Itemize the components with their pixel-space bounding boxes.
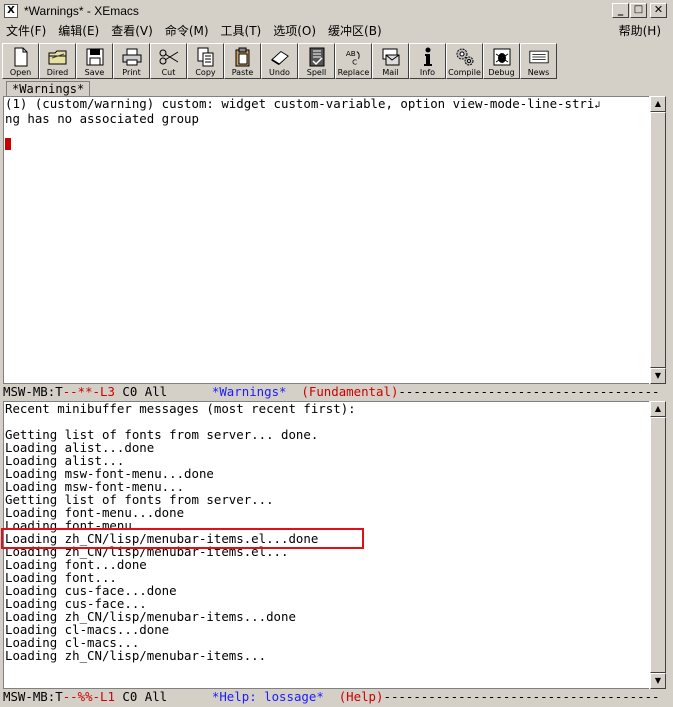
upper-modeline[interactable]: MSW-MB:T--**-L3 C0 All *Warnings* (Funda… — [3, 385, 668, 399]
compile-button[interactable]: Compile — [446, 43, 483, 79]
lower-scroll-thumb[interactable] — [650, 417, 666, 673]
gears-icon — [455, 46, 475, 68]
scroll-up-arrow-icon[interactable]: ▲ — [650, 401, 666, 417]
printer-icon — [122, 46, 142, 68]
news-button[interactable]: News — [520, 43, 557, 79]
annotation-highlight-box — [1, 528, 364, 549]
cut-button[interactable]: Cut — [150, 43, 187, 79]
lower-modeline[interactable]: MSW-MB:T--%%-L1 C0 All *Help: lossage* (… — [3, 690, 668, 704]
scroll-down-arrow-icon[interactable]: ▼ — [650, 368, 666, 384]
svg-text:C: C — [352, 57, 357, 66]
mail-button[interactable]: Mail — [372, 43, 409, 79]
copy-label: Copy — [195, 68, 216, 77]
tab-warnings[interactable]: *Warnings* — [6, 81, 91, 96]
modeline-mode[interactable]: (Help) — [339, 690, 384, 704]
floppy-disk-icon — [85, 46, 105, 68]
bug-icon — [492, 46, 512, 68]
undo-button[interactable]: Undo — [261, 43, 298, 79]
window-controls: _ □ ✕ — [612, 3, 667, 18]
upper-scrollbar[interactable]: ▲ ▼ — [649, 96, 666, 384]
warning-line-1: (1) (custom/warning) custom: widget cust… — [4, 97, 650, 112]
dired-button[interactable]: Dired — [39, 43, 76, 79]
print-button[interactable]: Print — [113, 43, 150, 79]
compile-label: Compile — [448, 68, 481, 77]
modeline-position: C0 All — [114, 690, 168, 704]
minimize-button[interactable]: _ — [612, 3, 629, 18]
copy-button[interactable]: Copy — [187, 43, 224, 79]
window-title: *Warnings* - XEmacs — [24, 3, 139, 18]
menu-edit[interactable]: 编辑(E) — [52, 22, 105, 40]
cursor-line — [4, 138, 650, 152]
menu-buffers[interactable]: 缓冲区(B) — [322, 22, 388, 40]
buffer-tab-bar: *Warnings* — [0, 80, 673, 96]
modeline-status: --**-L3 — [62, 385, 115, 399]
menu-options[interactable]: 选项(O) — [267, 22, 322, 40]
mail-icon — [381, 46, 401, 68]
empty-line — [4, 125, 650, 138]
text-cursor — [5, 138, 11, 150]
open-label: Open — [9, 68, 32, 77]
warning-line-2: ng has no associated group — [5, 111, 199, 126]
save-label: Save — [84, 68, 105, 77]
news-icon — [528, 46, 549, 68]
menu-view[interactable]: 查看(V) — [105, 22, 159, 40]
title-bar: X *Warnings* - XEmacs _ □ ✕ — [0, 0, 673, 21]
eraser-icon — [270, 46, 290, 68]
undo-label: Undo — [269, 68, 290, 77]
modeline-prefix: MSW-MB:T — [3, 385, 63, 399]
copy-pages-icon — [196, 46, 216, 68]
lower-scrollbar[interactable]: ▲ ▼ — [649, 401, 666, 689]
scroll-up-arrow-icon[interactable]: ▲ — [650, 96, 666, 112]
replace-label: Replace — [337, 68, 370, 77]
warnings-buffer-pane[interactable]: (1) (custom/warning) custom: widget cust… — [3, 96, 651, 384]
warning-line-1-text: (1) (custom/warning) custom: widget cust… — [5, 96, 595, 111]
maximize-button[interactable]: □ — [630, 3, 647, 18]
modeline-prefix: MSW-MB:T — [3, 690, 63, 704]
open-button[interactable]: Open — [2, 43, 39, 79]
clipboard-icon — [233, 46, 253, 68]
menu-file[interactable]: 文件(F) — [0, 22, 52, 40]
cut-label: Cut — [161, 68, 176, 77]
modeline-status: --%%-L1 — [62, 690, 115, 704]
modeline-dashes: ----------------------------------- — [398, 385, 660, 399]
menu-tools[interactable]: 工具(T) — [215, 22, 268, 40]
modeline-buffer-name[interactable]: *Warnings* — [212, 385, 287, 399]
spell-button[interactable]: Spell — [298, 43, 335, 79]
info-label: Info — [419, 68, 436, 77]
message-line: Recent minibuffer messages (most recent … — [5, 401, 356, 416]
modeline-position: C0 All — [114, 385, 168, 399]
spell-label: Spell — [306, 68, 327, 77]
open-file-icon — [11, 46, 31, 68]
dired-label: Dired — [46, 68, 69, 77]
info-icon — [418, 46, 438, 68]
menu-help[interactable]: 帮助(H) — [613, 22, 667, 40]
news-label: News — [527, 68, 550, 77]
print-label: Print — [122, 68, 141, 77]
replace-button[interactable]: AB C Replace — [335, 43, 372, 79]
modeline-buffer-name[interactable]: *Help: lossage* — [212, 690, 324, 704]
save-button[interactable]: Save — [76, 43, 113, 79]
debug-label: Debug — [488, 68, 515, 77]
replace-abc-icon: AB C — [344, 46, 364, 68]
modeline-mode[interactable]: (Fundamental) — [301, 385, 398, 399]
toolbar: Open Dired Save Print Cut Copy Paste Und… — [2, 43, 557, 79]
scissors-icon — [159, 46, 179, 68]
message-line: Loading zh_CN/lisp/menubar-items... — [5, 648, 267, 663]
modeline-dashes: ------------------------------------- — [383, 690, 660, 704]
paste-button[interactable]: Paste — [224, 43, 261, 79]
upper-scroll-thumb[interactable] — [650, 112, 666, 368]
close-button[interactable]: ✕ — [650, 3, 667, 18]
line-wrap-icon: ↲ — [594, 100, 601, 111]
menu-command[interactable]: 命令(M) — [159, 22, 215, 40]
debug-button[interactable]: Debug — [483, 43, 520, 79]
menu-bar: 文件(F) 编辑(E) 查看(V) 命令(M) 工具(T) 选项(O) 缓冲区(… — [0, 21, 673, 41]
xemacs-app-icon[interactable]: X — [4, 3, 18, 18]
paste-label: Paste — [231, 68, 254, 77]
info-button[interactable]: Info — [409, 43, 446, 79]
spellcheck-icon — [307, 46, 327, 68]
dired-folder-icon — [48, 46, 68, 68]
scroll-down-arrow-icon[interactable]: ▼ — [650, 673, 666, 689]
mail-label: Mail — [382, 68, 399, 77]
